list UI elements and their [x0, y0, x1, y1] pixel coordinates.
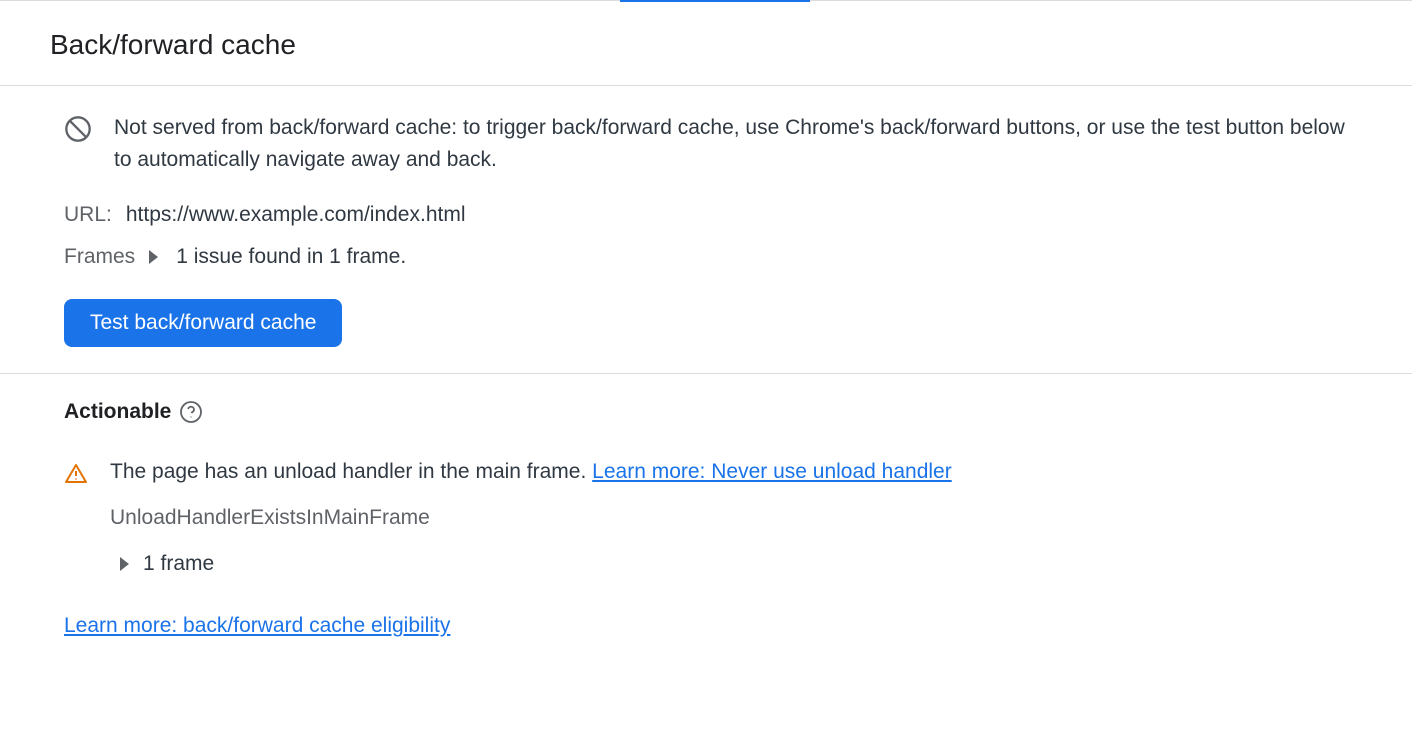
panel-top-border [0, 0, 1412, 1]
frames-row[interactable]: Frames 1 issue found in 1 frame. [64, 245, 1362, 269]
issue-frame-count: 1 frame [143, 552, 214, 576]
issue-text-row: The page has an unload handler in the ma… [110, 460, 1362, 484]
url-value: https://www.example.com/index.html [126, 203, 466, 227]
issue-frame-row[interactable]: 1 frame [120, 552, 1362, 576]
main-section: Not served from back/forward cache: to t… [0, 86, 1412, 374]
active-tab-indicator [620, 0, 810, 2]
url-label: URL: [64, 203, 112, 227]
status-message: Not served from back/forward cache: to t… [114, 112, 1362, 175]
panel-header: Back/forward cache [0, 1, 1412, 86]
issue-reason-code: UnloadHandlerExistsInMainFrame [110, 506, 1362, 530]
chevron-right-icon[interactable] [120, 557, 129, 571]
frames-summary: 1 issue found in 1 frame. [176, 245, 406, 269]
learn-more-unload-link[interactable]: Learn more: Never use unload handler [592, 460, 952, 483]
status-row: Not served from back/forward cache: to t… [64, 112, 1362, 175]
learn-more-eligibility-link[interactable]: Learn more: back/forward cache eligibili… [64, 614, 450, 637]
frames-label: Frames [64, 245, 135, 269]
eligibility-link-row: Learn more: back/forward cache eligibili… [64, 614, 1362, 638]
issue-body: The page has an unload handler in the ma… [110, 460, 1362, 576]
test-bfcache-button[interactable]: Test back/forward cache [64, 299, 342, 347]
help-icon[interactable] [179, 400, 203, 424]
actionable-heading-row: Actionable [64, 400, 1362, 424]
prohibited-icon [64, 115, 92, 143]
chevron-right-icon[interactable] [149, 250, 158, 264]
page-title: Back/forward cache [50, 29, 1362, 61]
actionable-issue: The page has an unload handler in the ma… [64, 460, 1362, 576]
actionable-heading: Actionable [64, 400, 171, 424]
url-row: URL: https://www.example.com/index.html [64, 203, 1362, 227]
warning-icon [64, 462, 88, 486]
issue-message: The page has an unload handler in the ma… [110, 460, 586, 483]
actionable-section: Actionable The page has an unload handle… [0, 374, 1412, 664]
